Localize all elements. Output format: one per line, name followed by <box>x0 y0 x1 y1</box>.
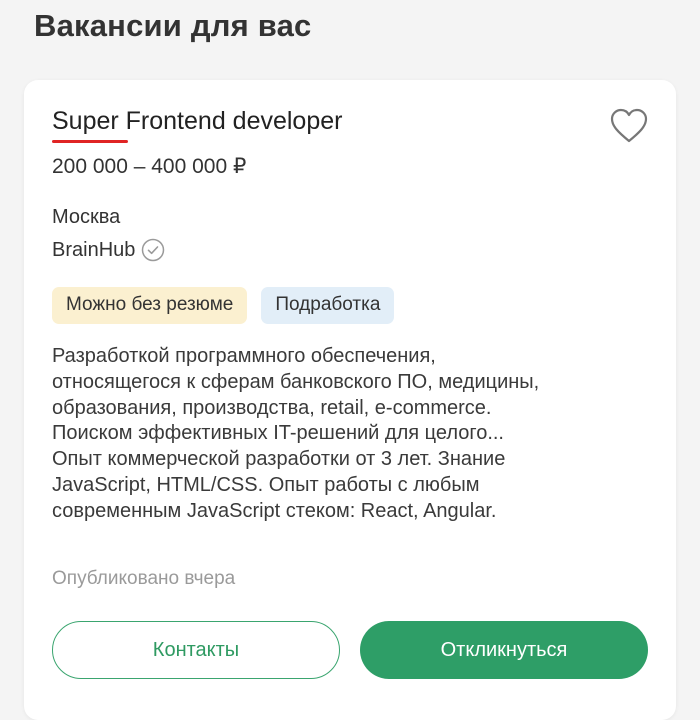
description-line: JavaScript, HTML/CSS. Опыт работы с любы… <box>52 473 480 496</box>
apply-button[interactable]: Откликнуться <box>360 621 648 679</box>
heart-outline-icon <box>610 108 648 143</box>
vacancy-title[interactable]: Super Frontend developer <box>52 107 342 136</box>
company-name[interactable]: BrainHub <box>52 239 135 262</box>
check-circle-icon <box>142 238 165 262</box>
tag-part-time: Подработка <box>261 287 395 324</box>
description-line: Разработкой программного обеспечения, <box>52 345 436 367</box>
favorite-button[interactable] <box>610 108 648 144</box>
description-line: относящегося к сферам банковского ПО, ме… <box>52 370 540 393</box>
vacancy-card[interactable]: Super Frontend developer 200 000 – 400 0… <box>24 80 676 720</box>
city: Москва <box>52 206 121 228</box>
salary: 200 000 – 400 000 ₽ <box>52 155 247 178</box>
description-line: Опыт коммерческой разработки от 3 лет. З… <box>52 448 506 471</box>
tag-list: Можно без резюме Подработка <box>52 287 395 324</box>
description-line: образования, производства, retail, e-com… <box>52 396 492 419</box>
published-date: Опубликовано вчера <box>52 568 236 589</box>
contacts-button[interactable]: Контакты <box>52 621 340 679</box>
vacancy-description: Разработкой программного обеспечения, от… <box>52 344 662 525</box>
page-title: Вакансии для вас <box>34 8 312 43</box>
spellcheck-underline <box>52 140 128 143</box>
tag-no-resume: Можно без резюме <box>52 287 248 324</box>
company[interactable]: BrainHub <box>52 238 165 262</box>
description-line: современным JavaScript стеком: React, An… <box>52 499 497 522</box>
description-line: Поиском эффективных IT-решений для целог… <box>52 422 504 445</box>
